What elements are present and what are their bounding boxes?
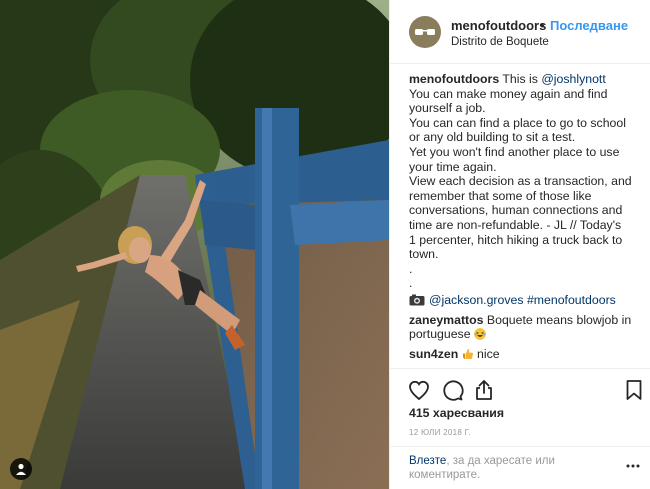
login-text: Влезте, за да харесате или коментирате.: [409, 454, 604, 482]
photo-illustration: [0, 0, 389, 489]
camera-icon: [409, 294, 425, 306]
caption-line: time are non-refundable. - JL // Today's: [409, 217, 622, 232]
comment-author[interactable]: zaneymattos: [409, 313, 484, 327]
separator-dot: •: [540, 18, 545, 33]
post-sidebar: menofoutdoors • Последване Distrito de B…: [389, 0, 650, 489]
comment-text: nice: [477, 346, 500, 361]
caption-author[interactable]: menofoutdoors: [409, 72, 499, 86]
user-tag-icon[interactable]: [10, 458, 32, 480]
caption-first-line: menofoutdoors This is @joshlynott: [409, 72, 641, 87]
comments-section: menofoutdoors This is @joshlynott You ca…: [409, 72, 641, 361]
thumbs-up-emoji-icon: [462, 348, 473, 359]
caption-line: your time again.: [409, 159, 497, 174]
post-photo[interactable]: [0, 0, 389, 489]
caption-line: You can can find a place to go to school: [409, 115, 626, 130]
login-link[interactable]: Влезте: [409, 455, 446, 467]
caption-intro: This is: [502, 72, 538, 86]
caption-line: conversations, human connections and: [409, 203, 623, 218]
credit-hashtag[interactable]: #menofoutdoors: [527, 293, 616, 307]
sunglasses-avatar-icon[interactable]: [409, 16, 441, 48]
comment-text-cont: portuguese: [409, 327, 471, 342]
likes-count[interactable]: 415 харесвания: [409, 406, 504, 420]
person-glyph: [16, 463, 26, 475]
comment-text: Boquete means blowjob in: [486, 312, 632, 327]
laughing-emoji-icon: [473, 328, 486, 341]
more-options-icon[interactable]: [626, 459, 640, 473]
caption-line: remember that some of those like: [409, 188, 592, 203]
comment-author[interactable]: sun4zen: [409, 347, 458, 361]
follow-button[interactable]: Последване: [550, 18, 628, 33]
login-prompt: Влезте, за да харесате или коментирате.: [390, 446, 650, 489]
comment-item: zaneymattos Boquete means blowjob in por…: [409, 313, 641, 342]
caption-line: or any old building to sit a test.: [409, 130, 576, 145]
caption-line: yourself a job.: [409, 101, 486, 116]
share-icon[interactable]: [472, 378, 496, 402]
post-username[interactable]: menofoutdoors: [451, 18, 546, 33]
caption-line: You can make money again and find: [409, 86, 608, 101]
caption-line: 1 percenter, hitch hiking a truck back t…: [409, 232, 623, 247]
comment-icon[interactable]: [440, 378, 464, 402]
caption-mention[interactable]: @joshlynott: [541, 72, 605, 86]
action-bar: [390, 368, 650, 408]
caption-credit-line: @jackson.groves #menofoutdoors: [409, 293, 641, 308]
post-header: menofoutdoors • Последване Distrito de B…: [390, 0, 650, 64]
caption-line: town.: [409, 247, 439, 262]
caption-line: .: [409, 276, 413, 291]
credit-mention[interactable]: @jackson.groves: [429, 293, 524, 307]
caption-line: Yet you won't find another place to use: [409, 144, 620, 159]
bookmark-icon[interactable]: [622, 378, 646, 402]
post-date[interactable]: 12 ЮЛИ 2018 Г.: [409, 428, 471, 437]
caption-line: View each decision as a transaction, and: [409, 174, 632, 189]
comment-item: sun4zen nice: [409, 347, 641, 362]
heart-icon[interactable]: [407, 378, 431, 402]
post-location[interactable]: Distrito de Boquete: [451, 36, 549, 48]
instagram-post: menofoutdoors • Последване Distrito de B…: [0, 0, 650, 489]
caption-line: .: [409, 261, 413, 276]
